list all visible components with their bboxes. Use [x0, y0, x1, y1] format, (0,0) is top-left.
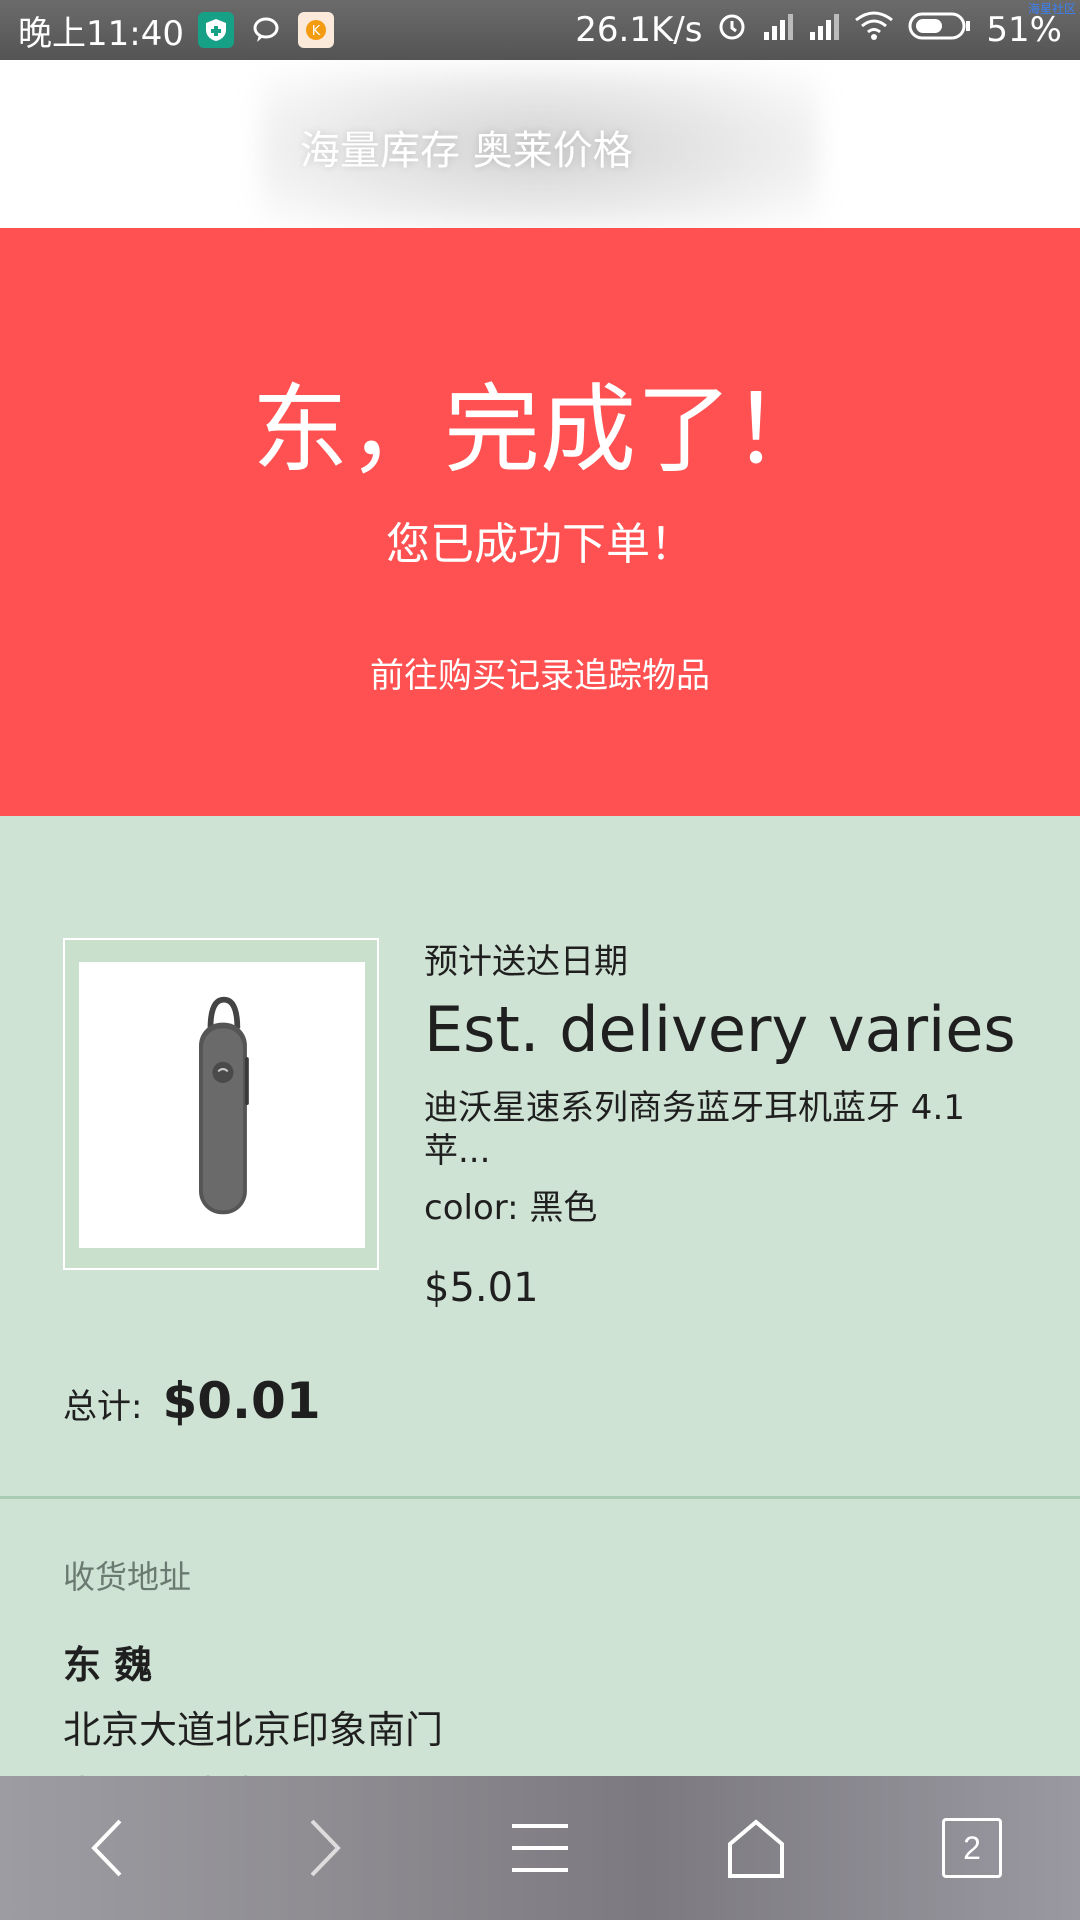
menu-icon	[512, 1824, 568, 1872]
tabs-icon: 2	[942, 1818, 1002, 1878]
product-name[interactable]: 迪沃星速系列商务蓝牙耳机蓝牙 4.1 苹...	[424, 1087, 1024, 1172]
total-label: 总计:	[63, 1387, 143, 1427]
order-total: 总计: $0.01	[63, 1372, 321, 1430]
address-line-1: 北京大道北京印象南门	[63, 1708, 444, 1752]
top-header: 海量库存 奥莱价格	[0, 60, 1080, 228]
menu-button[interactable]	[480, 1788, 600, 1908]
network-speed: 26.1K/s	[575, 10, 703, 50]
product-image	[79, 962, 365, 1248]
address-heading: 收货地址	[63, 1558, 192, 1596]
wifi-icon	[854, 10, 894, 51]
battery-icon	[908, 10, 972, 51]
success-subtitle: 您已成功下单！	[386, 519, 694, 570]
est-delivery-value: Est. delivery varies	[424, 993, 1016, 1066]
bluetooth-headset-image	[199, 996, 249, 1215]
success-title: 东，完成了！	[252, 374, 828, 486]
back-icon	[91, 1819, 122, 1877]
message-icon	[248, 12, 284, 48]
product-variant: color: 黑色	[424, 1188, 598, 1229]
corner-label: 海星社区	[1027, 2, 1076, 16]
svg-text:K: K	[312, 24, 321, 39]
tabs-button[interactable]: 2	[912, 1788, 1032, 1908]
signal-icon	[808, 10, 840, 51]
order-card: 预计送达日期 Est. delivery varies 迪沃星速系列商务蓝牙耳机…	[0, 816, 1080, 1496]
product-thumbnail[interactable]	[63, 938, 379, 1270]
back-button[interactable]	[48, 1788, 168, 1908]
status-bar: 晚上11:40 K 26.1K/s 51% 海星社区	[0, 0, 1080, 60]
home-icon	[728, 1819, 784, 1878]
shield-icon	[197, 12, 234, 48]
section-divider	[0, 1496, 1080, 1499]
product-price: $5.01	[424, 1265, 539, 1312]
signal-icon	[762, 10, 794, 51]
est-delivery-label: 预计送达日期	[424, 942, 628, 982]
total-value: $0.01	[162, 1372, 321, 1430]
forward-icon	[310, 1819, 341, 1877]
success-banner: 东，完成了！ 您已成功下单！ 前往购买记录追踪物品	[0, 228, 1080, 816]
home-button[interactable]	[696, 1788, 816, 1908]
recipient-name: 东 魏	[63, 1643, 153, 1687]
status-right: 26.1K/s 51%	[575, 10, 1062, 51]
order-details: 预计送达日期 Est. delivery varies 迪沃星速系列商务蓝牙耳机…	[424, 934, 1024, 1311]
app-icon: K	[297, 12, 334, 48]
track-orders-link[interactable]: 前往购买记录追踪物品	[0, 648, 1080, 697]
browser-nav-bar: 2	[0, 1776, 1080, 1920]
alarm-icon	[716, 10, 748, 51]
header-text: 海量库存 奥莱价格	[300, 128, 633, 174]
forward-button[interactable]	[264, 1788, 384, 1908]
status-left: 晚上11:40 K	[18, 6, 334, 55]
status-time: 晚上11:40	[18, 13, 184, 54]
